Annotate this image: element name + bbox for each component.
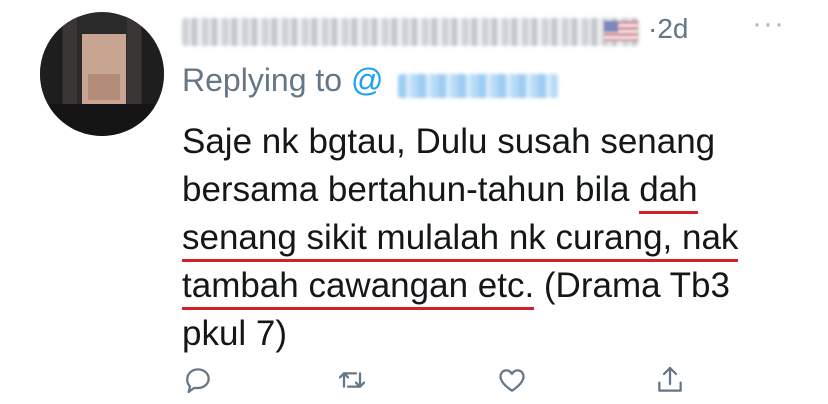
display-name-blurred[interactable]	[182, 18, 640, 46]
reply-handle-blurred[interactable]	[398, 74, 558, 98]
tweet-line-4: tambah cawangan etc. (Drama Tb3	[182, 262, 802, 310]
tweet-line-2: bersama bertahun-tahun bila dah	[182, 166, 802, 214]
tweet-line-5: pkul 7)	[182, 314, 288, 353]
underline-mark: dah	[639, 170, 698, 214]
reply-handle-at[interactable]: @	[351, 62, 383, 98]
share-icon[interactable]	[654, 364, 686, 396]
reply-icon[interactable]	[182, 364, 214, 396]
heart-icon[interactable]	[496, 364, 528, 396]
more-options-icon[interactable]: ···	[752, 7, 785, 41]
retweet-icon[interactable]	[336, 364, 368, 396]
tweet-actions	[0, 360, 828, 400]
replying-to-label: Replying to	[182, 62, 343, 98]
underline-mark: tambah cawangan etc.	[182, 266, 535, 310]
avatar-scarf	[50, 104, 154, 136]
tweet-line-3: senang sikit mulalah nk curang, nak	[182, 214, 802, 262]
replying-to-line: Replying to @	[182, 62, 383, 99]
tweet-text: Saje nk bgtau, Dulu susah senang bersama…	[182, 118, 802, 358]
flag-emoji-blurred	[604, 21, 638, 41]
tweet-timestamp[interactable]: ·2d	[648, 13, 688, 45]
underline-mark: senang sikit mulalah nk curang, nak	[182, 218, 739, 262]
tweet-line-1: Saje nk bgtau, Dulu susah senang	[182, 122, 716, 161]
avatar[interactable]	[40, 12, 164, 136]
avatar-face-shadow	[88, 74, 120, 100]
